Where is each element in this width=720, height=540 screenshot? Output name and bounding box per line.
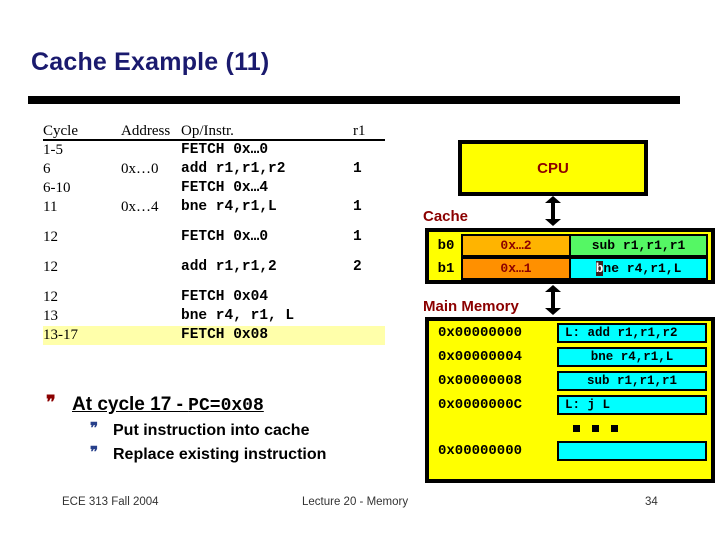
footer-page-number: 34 (645, 496, 658, 508)
table-row: 12 add r1,r1,2 2 (43, 258, 385, 277)
table-header-row: Cycle Address Op/Instr. r1 (43, 122, 385, 141)
bullet-sub: ❞ Put instruction into cache (90, 419, 416, 443)
cell-cycle: 13-17 (43, 327, 78, 343)
bullet-main-text: At cycle 17 - PC=0x08 (72, 394, 264, 416)
memory-address: 0x00000008 (438, 373, 523, 389)
bullet-main-mono: PC=0x08 (188, 396, 264, 416)
bullet-sub: ❞ Replace existing instruction (90, 443, 416, 467)
memory-last-address: 0x00000000 (438, 443, 523, 459)
memory-ellipsis-icon (429, 417, 711, 439)
cache-box: b0 0x…2 sub r1,r1,r1 b1 0x…1 b ne r4,r1,L (425, 228, 715, 284)
table-row-spacer (43, 277, 385, 288)
cell-cycle: 6 (43, 161, 51, 177)
memory-row: 0x00000000 L: add r1,r1,r2 (429, 321, 711, 345)
cache-data-cell: b ne r4,r1,L (571, 257, 708, 280)
cell-cycle: 11 (43, 199, 58, 215)
table-row: 12 FETCH 0x…0 1 (43, 228, 385, 247)
memory-address: 0x00000000 (438, 325, 523, 341)
cell-cycle: 12 (43, 259, 58, 275)
cell-r1: 1 (353, 229, 362, 245)
page-title: Cache Example (11) (31, 48, 270, 76)
memory-last-cell (557, 441, 707, 461)
cache-tag-cell: 0x…1 (461, 257, 571, 280)
table-row: 6-10 FETCH 0x…4 (43, 179, 385, 198)
cache-row: b1 0x…1 b ne r4,r1,L (431, 257, 708, 280)
cell-address: 0x…4 (121, 199, 159, 215)
memory-address: 0x0000000C (438, 397, 523, 413)
cell-op: bne r4,r1,L (181, 199, 277, 215)
cell-op: add r1,r1,r2 (181, 161, 286, 177)
cache-data-selection: b (595, 261, 604, 276)
memory-last-row: 0x00000000 (429, 439, 711, 463)
cache-label: Cache (423, 208, 469, 225)
cache-data-cell: sub r1,r1,r1 (571, 234, 708, 257)
cell-cycle: 1-5 (43, 142, 63, 158)
table-row: 11 0x…4 bne r4,r1,L 1 (43, 198, 385, 217)
cpu-box: CPU (458, 140, 648, 196)
table-row-spacer (43, 247, 385, 258)
title-divider (28, 96, 680, 104)
cpu-cache-arrow-icon (545, 196, 561, 226)
cell-r1: 2 (353, 259, 362, 275)
footer-lecture: Lecture 20 - Memory (302, 496, 409, 508)
memory-row: 0x00000008 sub r1,r1,r1 (429, 369, 711, 393)
bullet-sub-text: Put instruction into cache (113, 422, 310, 439)
cache-block-label: b1 (437, 260, 455, 277)
cell-op: add r1,r1,2 (181, 259, 277, 275)
arrow-head-down (545, 308, 561, 315)
cell-cycle: 13 (43, 308, 58, 324)
cache-row: b0 0x…2 sub r1,r1,r1 (431, 234, 708, 257)
memory-row-container: 0x00000000 L: add r1,r1,r2 0x00000004 bne r… (429, 321, 711, 417)
trace-row-container: 1-5 FETCH 0x…0 6 0x…0 add r1,r1,r2 1 6-10 FETCH… (43, 141, 385, 345)
bullet-main: ❞ At cycle 17 - PC=0x08 (46, 392, 416, 419)
table-row: 13 bne r4, r1, L (43, 307, 385, 326)
cell-r1: 1 (353, 161, 362, 177)
cell-op: FETCH 0x…0 (181, 142, 269, 158)
cache-block-label: b0 (437, 237, 455, 254)
memory-address: 0x00000004 (438, 349, 523, 365)
bullet-glyph-icon: ❞ (46, 392, 56, 412)
table-row: 12 FETCH 0x04 (43, 288, 385, 307)
cell-address: 0x…0 (121, 161, 159, 177)
footer-course: ECE 313 Fall 2004 (62, 496, 159, 508)
bullet-main-prefix: At cycle 17 - (72, 394, 189, 415)
main-memory-label: Main Memory (423, 298, 519, 315)
cell-op: FETCH 0x…4 (181, 180, 269, 196)
slide-canvas: Cache Example (11) Cycle Address Op/Inst… (0, 0, 720, 540)
cell-op: FETCH 0x08 (181, 327, 269, 343)
memory-cell: bne r4,r1,L (557, 347, 707, 367)
table-row: 13-17 FETCH 0x08 (43, 326, 385, 345)
memory-row: 0x0000000C L: j L (429, 393, 711, 417)
bullet-glyph-icon: ❞ (90, 444, 99, 461)
cell-op: bne r4, r1, L (181, 308, 295, 324)
bullet-sub-text: Replace existing instruction (113, 446, 327, 463)
cell-cycle: 12 (43, 289, 58, 305)
cache-tag-cell: 0x…2 (461, 234, 571, 257)
cache-memory-arrow-icon (545, 285, 561, 315)
memory-row: 0x00000004 bne r4,r1,L (429, 345, 711, 369)
cell-op: FETCH 0x04 (181, 289, 269, 305)
table-row: 6 0x…0 add r1,r1,r2 1 (43, 160, 385, 179)
cell-r1: 1 (353, 199, 362, 215)
memory-cell: sub r1,r1,r1 (557, 371, 707, 391)
footer: ECE 313 Fall 2004 Lecture 20 - Memory 34 (0, 496, 720, 516)
arrow-head-down (545, 219, 561, 226)
cell-cycle: 6-10 (43, 180, 71, 196)
main-memory-box: 0x00000000 L: add r1,r1,r2 0x00000004 bne r… (425, 317, 715, 483)
memory-cell: L: add r1,r1,r2 (557, 323, 707, 343)
bullet-glyph-icon: ❞ (90, 420, 99, 437)
cell-op: FETCH 0x…0 (181, 229, 269, 245)
cell-cycle: 12 (43, 229, 58, 245)
table-row-spacer (43, 217, 385, 228)
bullet-list: ❞ At cycle 17 - PC=0x08 ❞ Put instruction… (46, 392, 416, 467)
memory-cell: L: j L (557, 395, 707, 415)
cpu-label: CPU (537, 159, 569, 177)
trace-table: Cycle Address Op/Instr. r1 1-5 FETCH 0x…0… (43, 122, 385, 345)
sub-bullet-container: ❞ Put instruction into cache ❞ Replace exis… (46, 419, 416, 467)
table-row: 1-5 FETCH 0x…0 (43, 141, 385, 160)
